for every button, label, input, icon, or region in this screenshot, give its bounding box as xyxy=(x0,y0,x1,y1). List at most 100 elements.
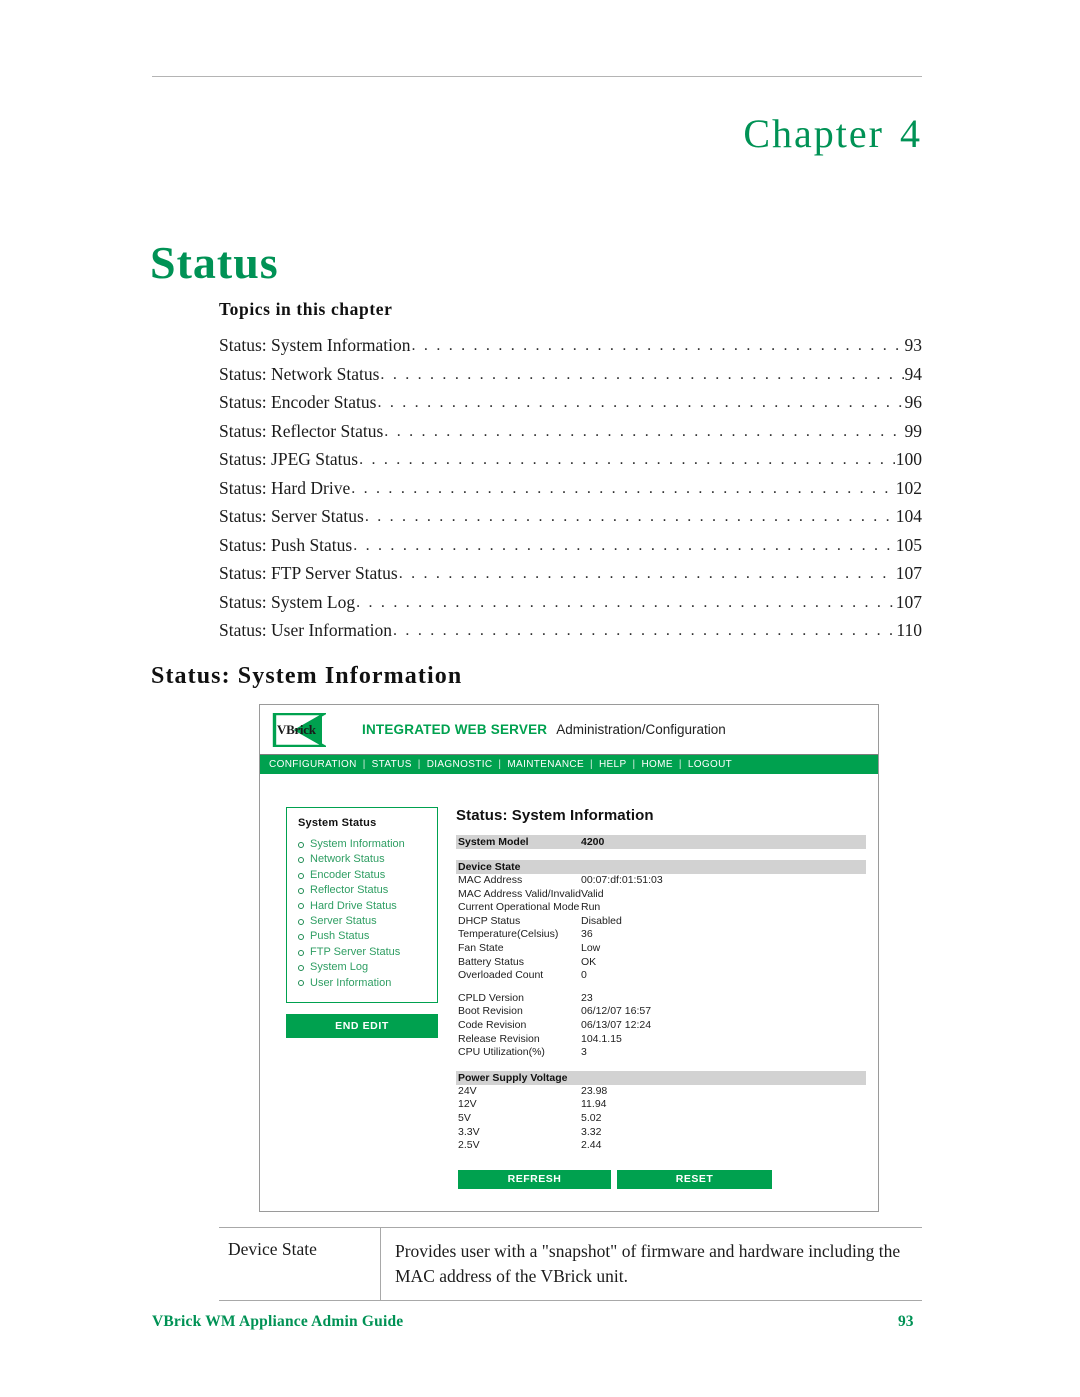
toc-entry-page: 102 xyxy=(895,477,922,498)
toc-entry[interactable]: Status: Network Status. . . . . . . . . … xyxy=(219,361,922,390)
toc-entry-label: Status: Encoder Status xyxy=(219,392,377,412)
row-label: CPLD Version xyxy=(458,991,524,1004)
product-subtitle: Administration/Configuration xyxy=(556,722,726,737)
toc-entry[interactable]: Status: Reflector Status. . . . . . . . … xyxy=(219,418,922,447)
row-label: 3.3V xyxy=(458,1125,480,1138)
description-term: Device State xyxy=(219,1228,381,1300)
vbrick-logo-icon: VBrick xyxy=(272,712,326,747)
toc-entry[interactable]: Status: Push Status. . . . . . . . . . .… xyxy=(219,532,922,561)
reset-button[interactable]: RESET xyxy=(617,1169,772,1189)
panel-title: Status: System Information xyxy=(456,807,654,824)
toc-entry[interactable]: Status: Server Status. . . . . . . . . .… xyxy=(219,503,922,532)
row-label: Battery Status xyxy=(458,955,524,968)
nav-separator: | xyxy=(417,759,421,770)
toc-entry-page: 107 xyxy=(895,563,922,583)
row-value: 3 xyxy=(581,1046,587,1059)
toc-entry[interactable]: Status: JPEG Status. . . . . . . . . . .… xyxy=(219,446,922,475)
row-label: CPU Utilization(%) xyxy=(458,1046,545,1059)
sidebar-item-label: Encoder Status xyxy=(310,868,386,881)
sidebar-item-label: System Log xyxy=(310,961,369,974)
toc-entry[interactable]: Status: Hard Drive. . . . . . . . . . . … xyxy=(219,475,922,504)
bullet-icon xyxy=(298,949,304,956)
bullet-icon xyxy=(298,841,304,848)
sidebar-item-system-log[interactable]: System Log xyxy=(298,960,437,975)
toc-entry-page: 107 xyxy=(895,591,922,612)
row-label: Fan State xyxy=(458,941,504,954)
bullet-icon xyxy=(298,934,304,941)
device-state-list-b: CPLD Version 23 Boot Revision 06/12/07 16:5… xyxy=(456,992,866,1060)
sidebar-item-server-status[interactable]: Server Status xyxy=(298,914,437,929)
bullet-icon xyxy=(298,872,304,879)
table-row: CPU Utilization(%) 3 xyxy=(456,1046,866,1060)
toc-leader-dots: . . . . . . . . . . . . . . . . . . . . … xyxy=(384,422,903,440)
chapter-label-word: Chapter xyxy=(743,111,884,156)
row-value: Disabled xyxy=(581,914,622,927)
row-value: 11.94 xyxy=(581,1098,607,1111)
row-label: 12V xyxy=(458,1098,477,1111)
toc-entry-label: Status: User Information xyxy=(219,620,393,640)
row-value: 23.98 xyxy=(581,1084,608,1097)
toc-leader-dots: . . . . . . . . . . . . . . . . . . . . … xyxy=(398,565,895,582)
toc-leader-dots: . . . . . . . . . . . . . . . . . . . . … xyxy=(364,508,895,525)
sidebar-item-system-information[interactable]: System Information xyxy=(298,837,437,852)
table-row: Release Revision 104.1.15 xyxy=(456,1033,866,1047)
bullet-icon xyxy=(298,918,304,925)
table-row: Boot Revision 06/12/07 16:57 xyxy=(456,1005,866,1019)
bullet-icon xyxy=(298,857,304,864)
table-row: 5V 5.02 xyxy=(456,1112,866,1126)
table-row: DHCP Status Disabled xyxy=(456,915,866,929)
refresh-button[interactable]: REFRESH xyxy=(458,1169,611,1189)
nav-item-home[interactable]: HOME xyxy=(640,759,673,770)
description-table: Device State Provides user with a "snaps… xyxy=(219,1227,922,1301)
chapter-number: 4 xyxy=(900,111,922,156)
nav-item-configuration[interactable]: CONFIGURATION xyxy=(268,759,358,770)
product-name: INTEGRATED WEB SERVER xyxy=(362,722,548,737)
sidebar-item-hard-drive-status[interactable]: Hard Drive Status xyxy=(298,899,437,914)
chapter-label: Chapter 4 xyxy=(743,110,922,157)
sidebar-item-label: Server Status xyxy=(310,915,377,928)
toc-leader-dots: . . . . . . . . . . . . . . . . . . . . … xyxy=(351,479,895,497)
sidebar-item-network-status[interactable]: Network Status xyxy=(298,852,437,867)
power-supply-list: 24V 23.98 12V 11.94 5V 5.02 3.3V 3.32 2.5V 2.44 xyxy=(456,1085,866,1153)
toc-entry[interactable]: Status: System Information. . . . . . . … xyxy=(219,332,922,361)
sidebar-item-user-information[interactable]: User Information xyxy=(298,976,437,991)
toc-leader-dots: . . . . . . . . . . . . . . . . . . . . … xyxy=(356,593,895,611)
toc-entry-label: Status: FTP Server Status xyxy=(219,563,398,583)
toc-leader-dots: . . . . . . . . . . . . . . . . . . . . … xyxy=(411,337,904,354)
footer-page-number: 93 xyxy=(898,1313,914,1330)
end-edit-button[interactable]: END EDIT xyxy=(286,1014,438,1039)
row-label: MAC Address xyxy=(458,874,523,886)
sidebar-menu: System Information Network Status Encoder … xyxy=(298,837,437,991)
toc-entry-page: 105 xyxy=(895,534,922,555)
topics-heading: Topics in this chapter xyxy=(219,299,393,319)
nav-separator: | xyxy=(498,759,502,770)
nav-separator: | xyxy=(632,759,636,770)
toc-entry-page: 104 xyxy=(895,506,922,526)
toc-entry[interactable]: Status: User Information. . . . . . . . … xyxy=(219,617,922,646)
toc-entry[interactable]: Status: Encoder Status. . . . . . . . . … xyxy=(219,389,922,418)
sidebar-item-label: User Information xyxy=(310,976,392,989)
row-value: 104.1.15 xyxy=(581,1032,622,1045)
row-label: 2.5V xyxy=(458,1139,480,1152)
table-row: Code Revision 06/13/07 12:24 xyxy=(456,1019,866,1033)
app-nav-bar[interactable]: CONFIGURATION | STATUS | DIAGNOSTIC | MAINTENA… xyxy=(260,755,878,774)
nav-item-help[interactable]: HELP xyxy=(598,759,628,770)
sidebar-item-push-status[interactable]: Push Status xyxy=(298,929,437,944)
toc-entry[interactable]: Status: FTP Server Status. . . . . . . .… xyxy=(219,560,922,589)
sidebar-item-label: Network Status xyxy=(310,853,385,866)
nav-item-maintenance[interactable]: MAINTENANCE xyxy=(506,759,585,770)
nav-item-logout[interactable]: LOGOUT xyxy=(687,759,733,770)
nav-item-diagnostic[interactable]: DIAGNOSTIC xyxy=(426,759,494,770)
row-value: 00:07:df:01:51:03 xyxy=(581,874,663,886)
sidebar-item-ftp-server-status[interactable]: FTP Server Status xyxy=(298,945,437,960)
sidebar-item-reflector-status[interactable]: Reflector Status xyxy=(298,883,437,898)
toc-entry[interactable]: Status: System Log. . . . . . . . . . . … xyxy=(219,589,922,618)
nav-item-status[interactable]: STATUS xyxy=(371,759,413,770)
sidebar-item-encoder-status[interactable]: Encoder Status xyxy=(298,868,437,883)
row-value: 06/13/07 12:24 xyxy=(581,1018,652,1031)
row-label: Boot Revision xyxy=(458,1005,523,1018)
toc-entry-label: Status: Network Status xyxy=(219,363,380,384)
